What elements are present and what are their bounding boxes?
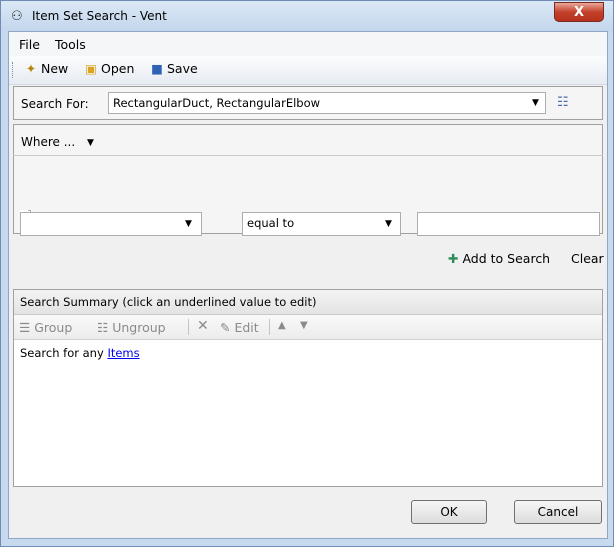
search-for-dropdown[interactable]: RectangularDuct, RectangularElbow [108, 92, 546, 114]
toolbar-grip[interactable] [12, 62, 16, 78]
search-for-label: Search For: [21, 97, 89, 111]
move-up-icon[interactable]: ▲ [278, 320, 286, 331]
dialog-client-area: File Tools ✦ New ▣ Open ■ Save Search For: … [8, 31, 608, 539]
items-link[interactable]: Items [107, 346, 139, 360]
separator [188, 319, 189, 335]
property-dropdown[interactable] [20, 212, 202, 236]
search-summary-panel: Search Summary (click an underlined valu… [13, 289, 603, 487]
chevron-down-icon[interactable]: ▼ [87, 138, 94, 148]
open-button[interactable]: ▣ Open [83, 61, 134, 79]
new-button-label: New [41, 61, 69, 76]
menu-file[interactable]: File [19, 37, 40, 52]
window-title: Item Set Search - Vent [32, 9, 167, 23]
chevron-down-icon[interactable]: ▼ [532, 98, 539, 108]
move-down-icon[interactable]: ▼ [300, 320, 308, 331]
group-button[interactable]: ☰ Group [19, 320, 72, 335]
menu-tools[interactable]: Tools [55, 37, 86, 52]
operator-dropdown[interactable]: equal to [242, 212, 401, 236]
summary-header-text: Search Summary (click an underlined valu… [20, 295, 317, 309]
binoculars-icon: ⚇ [11, 9, 23, 24]
where-dropdown-label[interactable]: Where ... [21, 135, 75, 149]
open-button-label: Open [101, 61, 135, 76]
pencil-icon: ✎ [220, 320, 231, 335]
group-icon: ☰ [19, 320, 31, 335]
main-toolbar: ✦ New ▣ Open ■ Save [9, 56, 607, 85]
search-for-panel: Search For: RectangularDuct, Rectangular… [13, 86, 603, 120]
separator [269, 319, 270, 335]
add-search-icon: ✚ [448, 251, 459, 266]
floppy-disk-icon: ■ [151, 61, 163, 76]
save-button[interactable]: ■ Save [149, 61, 198, 79]
summary-toolbar: ☰ Group ☷ Ungroup ✕ ✎ Edit ▲ ▼ [14, 315, 602, 340]
delete-icon[interactable]: ✕ [197, 318, 209, 334]
summary-header: Search Summary (click an underlined valu… [14, 290, 602, 315]
edit-label: Edit [234, 320, 259, 335]
summary-text: Search for any Items [20, 346, 140, 360]
value-field[interactable] [417, 212, 600, 236]
menu-bar: File Tools [9, 32, 607, 56]
clear-button[interactable]: Clear [571, 251, 604, 266]
group-label: Group [34, 320, 73, 335]
chevron-down-icon[interactable]: ▼ [385, 219, 392, 229]
ungroup-icon: ☷ [97, 320, 109, 335]
search-for-value: RectangularDuct, RectangularElbow [113, 96, 321, 110]
save-button-label: Save [167, 61, 198, 76]
close-button[interactable]: X [554, 2, 604, 22]
ungroup-button[interactable]: ☷ Ungroup [97, 320, 166, 335]
folder-open-icon: ▣ [85, 61, 97, 76]
ungroup-label: Ungroup [112, 320, 166, 335]
new-button[interactable]: ✦ New [23, 61, 69, 79]
cancel-button[interactable]: Cancel [514, 500, 602, 524]
add-to-search-button[interactable]: ✚ Add to Search [448, 251, 550, 266]
edit-button[interactable]: ✎ Edit [220, 320, 259, 335]
summary-prefix: Search for any [20, 346, 104, 360]
hierarchy-icon[interactable]: ☷ [557, 95, 569, 110]
where-divider [13, 155, 603, 156]
operator-value: equal to [247, 216, 295, 230]
title-bar[interactable]: ⚇ Item Set Search - Vent X [1, 1, 613, 31]
ok-button[interactable]: OK [411, 500, 487, 524]
new-search-icon: ✦ [25, 61, 37, 76]
add-to-search-label: Add to Search [462, 251, 551, 266]
item-set-search-window: ⚇ Item Set Search - Vent X File Tools ✦ N… [0, 0, 614, 547]
chevron-down-icon[interactable]: ▼ [185, 219, 192, 229]
